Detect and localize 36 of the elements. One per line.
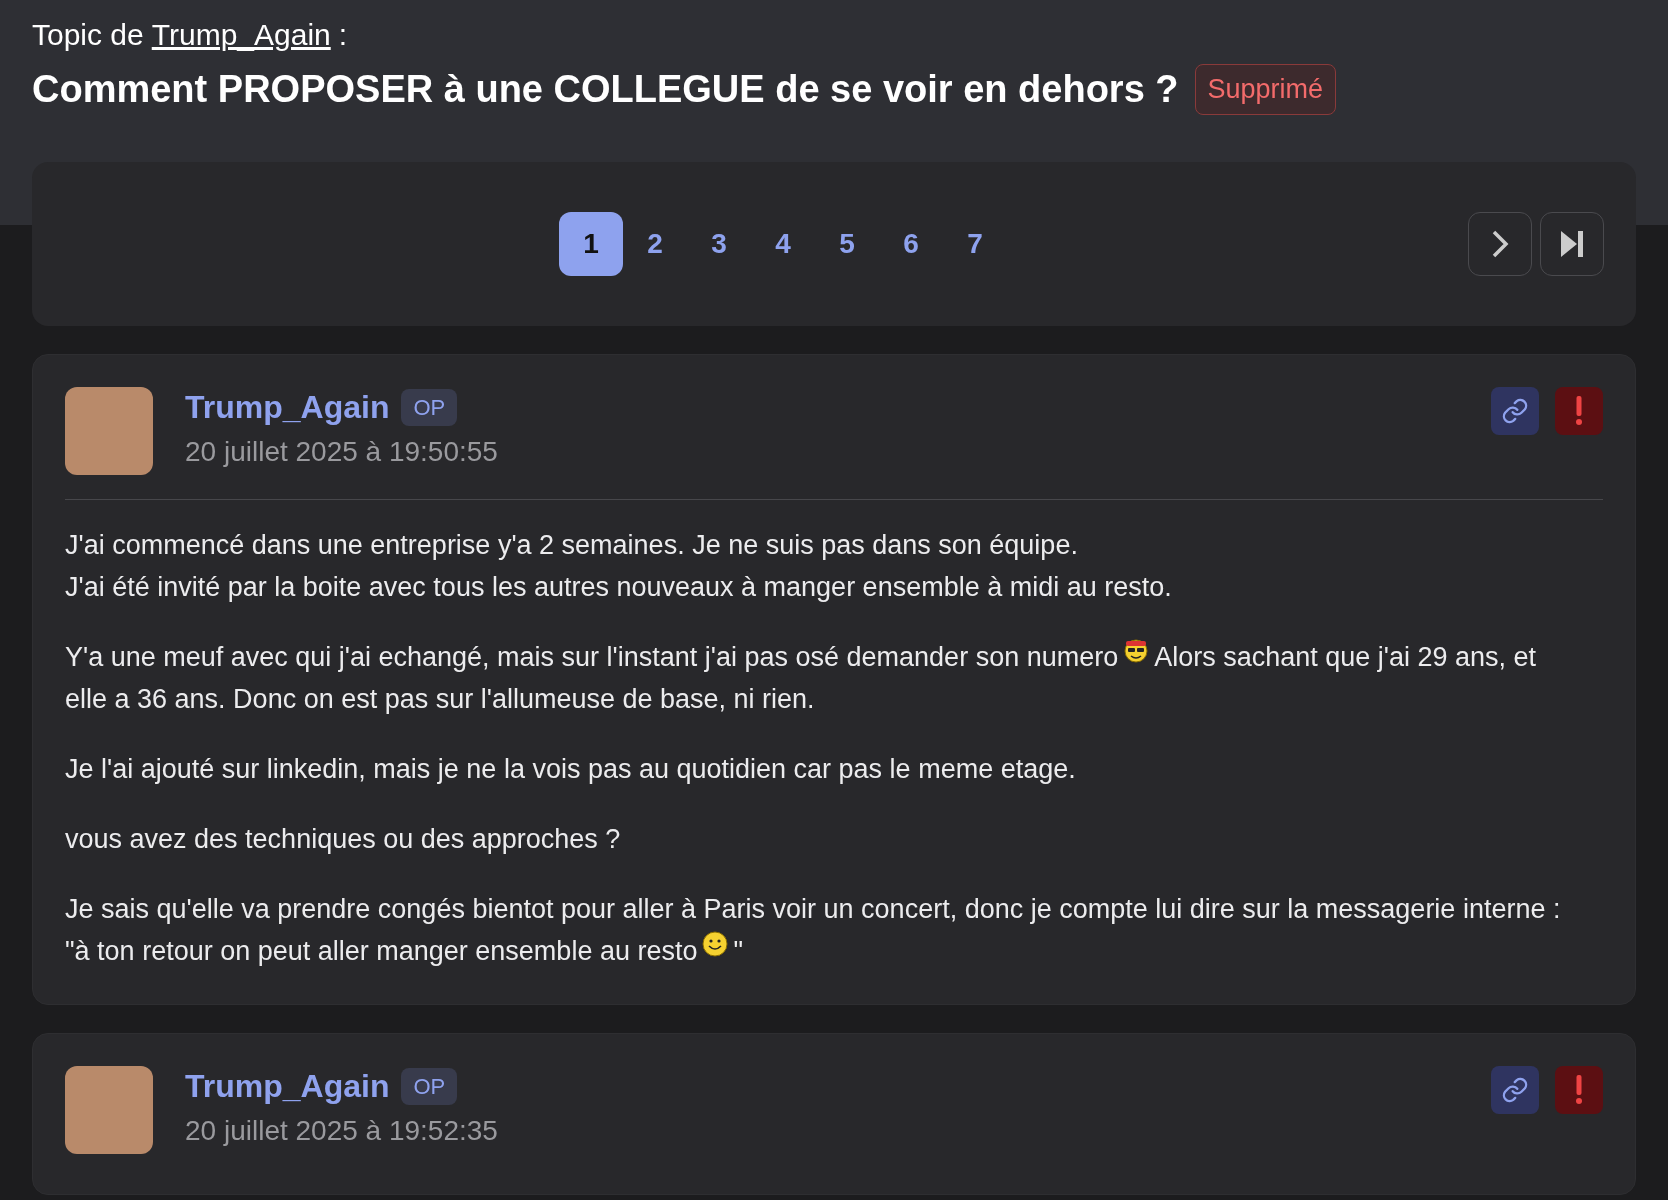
page-button[interactable]: 4 — [751, 212, 815, 276]
exclamation-icon — [1575, 1075, 1583, 1105]
exclamation-icon — [1575, 396, 1583, 426]
username-link[interactable]: Trump_Again — [185, 387, 390, 427]
post-date: 20 juillet 2025 à 19:50:55 — [185, 435, 499, 469]
username-link[interactable]: Trump_Again — [185, 1066, 390, 1106]
post-paragraph: Je sais qu'elle va prendre congés bientot pour aller à Paris voir un concert, donc je compte lui dire sur la messagerie interne : "à ton retour on peut aller manger ensemble au resto " — [65, 893, 1562, 968]
op-badge: OP — [401, 1067, 458, 1105]
link-icon — [1501, 1076, 1529, 1104]
skip-end-icon — [1558, 229, 1586, 259]
topic-title: Comment PROPOSER à une COLLEGUE de se voir en dehors ? — [32, 67, 1179, 112]
author-link[interactable]: Trump_Again — [151, 12, 331, 57]
topic-colon: : — [338, 17, 348, 53]
sunglasses-emoji-icon — [1122, 636, 1151, 664]
page-button[interactable]: 1 — [559, 212, 623, 276]
report-button[interactable] — [1555, 1066, 1603, 1114]
link-icon — [1501, 397, 1529, 425]
page-button[interactable]: 6 — [879, 212, 943, 276]
post-paragraph: Je l'ai ajouté sur linkedin, mais je ne la vois pas au quotidien car pas le meme etage. — [65, 753, 1077, 786]
post-paragraph: J'ai commencé dans une entreprise y'a 2 semaines. Je ne suis pas dans son équipe. J'ai été invité par la boite avec tous les autres nouveaux à manger ensemble à midi au resto. — [65, 529, 1173, 604]
page-button[interactable]: 2 — [623, 212, 687, 276]
deleted-badge: Supprimé — [1194, 64, 1337, 115]
page-button[interactable]: 3 — [687, 212, 751, 276]
page-button[interactable]: 5 — [815, 212, 879, 276]
smiley-emoji-icon — [701, 930, 730, 958]
op-badge: OP — [401, 388, 458, 426]
post-paragraph: Y'a une meuf avec qui j'ai echangé, mais sur l'instant j'ai pas osé demander son numero Alors sachant que j'ai 29 ans, et elle a 36 ans. Donc on est pas sur l'allumeuse de base, ni rien. — [65, 636, 1603, 720]
page-button[interactable]: 7 — [943, 212, 1007, 276]
link-button[interactable] — [1491, 1066, 1539, 1114]
report-button[interactable] — [1555, 387, 1603, 435]
next-page-button[interactable] — [1468, 212, 1532, 276]
topic-prefix: Topic de — [32, 17, 144, 53]
last-page-button[interactable] — [1540, 212, 1604, 276]
post-paragraph: vous avez des techniques ou des approches ? — [65, 823, 622, 856]
link-button[interactable] — [1491, 387, 1539, 435]
post-date: 20 juillet 2025 à 19:52:35 — [185, 1114, 499, 1148]
